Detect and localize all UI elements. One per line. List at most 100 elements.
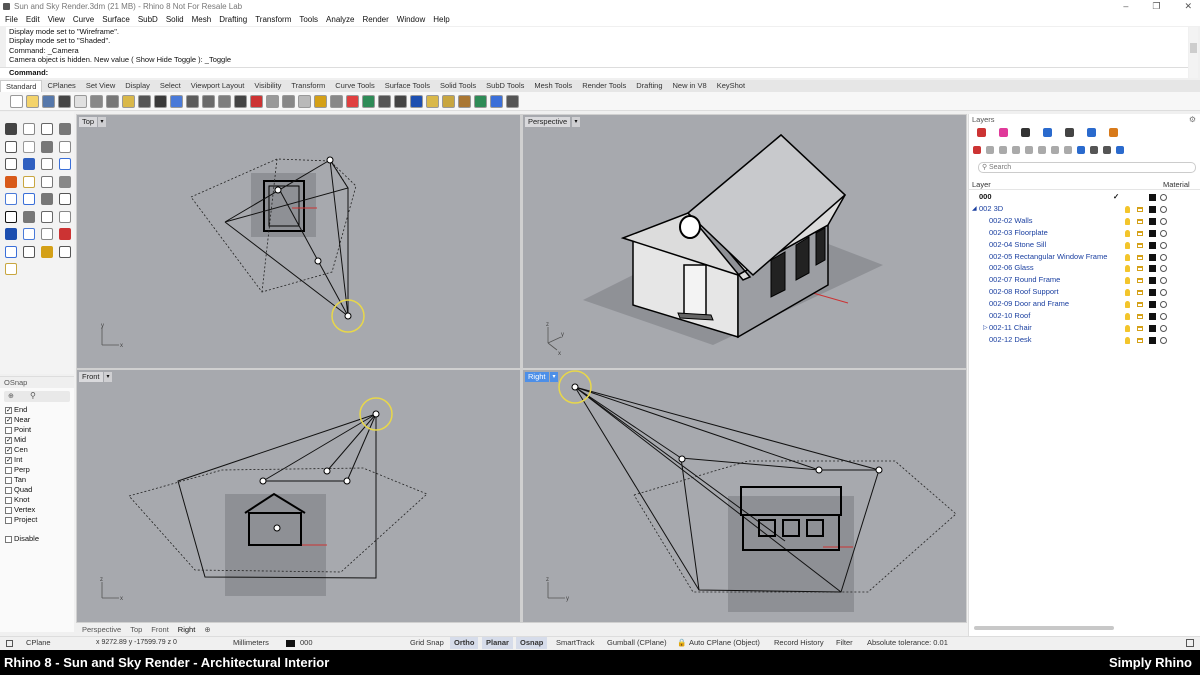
- layer-color-swatch[interactable]: [1149, 217, 1156, 225]
- layer-row[interactable]: 002-10 Roof: [969, 310, 1200, 322]
- toolbar-tool-icon[interactable]: [250, 94, 263, 108]
- camera-location-handle[interactable]: [372, 410, 380, 418]
- osnap-disable[interactable]: Disable: [0, 534, 74, 544]
- toolbar-tool-icon[interactable]: [378, 94, 391, 108]
- toolbar-tool-icon[interactable]: [298, 94, 311, 108]
- toolbar-tool-icon[interactable]: [442, 94, 455, 108]
- command-history-scrollbar[interactable]: [1189, 27, 1198, 78]
- menu-view[interactable]: View: [48, 13, 65, 26]
- checkbox[interactable]: [5, 497, 12, 504]
- osnap-perp[interactable]: Perp: [0, 465, 74, 475]
- minimize-button[interactable]: –: [1123, 0, 1128, 13]
- menu-analyze[interactable]: Analyze: [326, 13, 354, 26]
- toolbar-tool-icon[interactable]: [58, 94, 71, 108]
- lightbulb-icon[interactable]: [1125, 217, 1130, 225]
- tab-display[interactable]: Display: [120, 80, 155, 92]
- toolbar-tool-icon[interactable]: [282, 94, 295, 108]
- osnap-cen[interactable]: ✓ Cen: [0, 445, 74, 455]
- collapse-triangle-icon[interactable]: ▷: [983, 322, 988, 334]
- toolbar-tool-icon[interactable]: [138, 94, 151, 108]
- layer-color-swatch[interactable]: [1149, 265, 1156, 273]
- lightbulb-icon[interactable]: [1125, 289, 1130, 297]
- frustum-handle[interactable]: [259, 477, 267, 485]
- lock-icon[interactable]: [1137, 266, 1143, 272]
- material-circle-icon[interactable]: [1160, 205, 1167, 213]
- palette-tool-icon[interactable]: [59, 123, 71, 135]
- layer-name[interactable]: 002-12 Desk: [989, 334, 1032, 346]
- frustum-handle[interactable]: [343, 477, 351, 485]
- layer-name[interactable]: 002-08 Roof Support: [989, 286, 1059, 298]
- menu-surface[interactable]: Surface: [102, 13, 130, 26]
- palette-tool-icon[interactable]: [59, 193, 71, 205]
- palette-tool-icon[interactable]: [41, 123, 53, 135]
- palette-tool-icon[interactable]: [23, 245, 35, 258]
- layer-tool-icon[interactable]: [1012, 146, 1020, 154]
- layer-name[interactable]: 002-05 Rectangular Window Frame: [989, 251, 1107, 263]
- palette-tool-icon[interactable]: [5, 228, 17, 240]
- layer-row[interactable]: 002-08 Roof Support: [969, 286, 1200, 298]
- material-circle-icon[interactable]: [1160, 265, 1167, 273]
- chevron-down-icon[interactable]: ▾: [104, 372, 112, 382]
- lightbulb-icon[interactable]: [1125, 301, 1130, 309]
- layer-name[interactable]: 002-04 Stone Sill: [989, 239, 1046, 251]
- palette-tool-icon[interactable]: [59, 158, 71, 170]
- viewport-top[interactable]: y x Top ▾: [77, 115, 520, 368]
- toolbar-tool-icon[interactable]: [154, 94, 167, 108]
- status-ortho[interactable]: Ortho: [450, 637, 479, 649]
- tab-transform[interactable]: Transform: [286, 80, 330, 92]
- chevron-down-icon[interactable]: ▾: [98, 117, 106, 127]
- toolbar-tool-icon[interactable]: [74, 94, 87, 108]
- toolbar-tool-icon[interactable]: [10, 94, 23, 108]
- status-gumball[interactable]: Gumball (CPlane): [607, 637, 667, 649]
- layer-name[interactable]: 002-06 Glass: [989, 262, 1034, 274]
- lens-handle[interactable]: [314, 257, 322, 265]
- tab-keyshot[interactable]: KeyShot: [712, 80, 750, 92]
- menu-edit[interactable]: Edit: [26, 13, 40, 26]
- layer-color-swatch[interactable]: [1149, 301, 1156, 309]
- material-circle-icon[interactable]: [1160, 217, 1167, 225]
- viewport-tab-front[interactable]: Front: [151, 624, 169, 636]
- palette-tool-icon[interactable]: [5, 193, 17, 205]
- menu-help[interactable]: Help: [433, 13, 449, 26]
- palette-tool-icon[interactable]: [59, 140, 71, 153]
- lightbulb-icon[interactable]: [1125, 313, 1130, 320]
- layer-name[interactable]: 002 3D: [979, 203, 1003, 215]
- layer-name[interactable]: 002-10 Roof: [989, 310, 1030, 322]
- tab-drafting[interactable]: Drafting: [631, 80, 667, 92]
- checkbox[interactable]: [5, 467, 12, 474]
- status-osnap[interactable]: Osnap: [516, 637, 548, 649]
- chevron-down-icon[interactable]: ▾: [550, 372, 558, 382]
- checkbox[interactable]: [5, 427, 12, 434]
- checkbox[interactable]: [5, 477, 12, 484]
- palette-tool-icon[interactable]: [41, 210, 53, 223]
- palette-tool-icon[interactable]: [5, 175, 17, 188]
- toolbar-tool-icon[interactable]: [202, 94, 215, 108]
- layer-row[interactable]: 002-05 Rectangular Window Frame: [969, 251, 1200, 263]
- toolbar-tool-icon[interactable]: [186, 94, 199, 108]
- material-circle-icon[interactable]: [1160, 194, 1167, 201]
- lightbulb-icon[interactable]: [1125, 241, 1130, 249]
- layer-color-swatch[interactable]: [1149, 241, 1156, 249]
- status-grid-snap[interactable]: Grid Snap: [410, 637, 444, 649]
- palette-tool-icon[interactable]: [5, 140, 17, 153]
- material-circle-icon[interactable]: [1160, 313, 1167, 320]
- panel-toggle-icon[interactable]: [6, 640, 13, 647]
- layer-row[interactable]: 002-03 Floorplate: [969, 227, 1200, 239]
- palette-tool-icon[interactable]: [5, 123, 17, 135]
- viewport-label-right[interactable]: Right: [525, 372, 549, 382]
- layer-tool-icon[interactable]: [1051, 146, 1059, 154]
- panel-options-icon[interactable]: ⚙: [1189, 115, 1196, 124]
- frustum-handle[interactable]: [875, 466, 883, 474]
- viewport-tab-top[interactable]: Top: [130, 624, 142, 636]
- checkbox[interactable]: ✓: [5, 437, 12, 444]
- toolbar-tool-icon[interactable]: [490, 94, 503, 108]
- layer-tool-icon[interactable]: [1025, 146, 1033, 154]
- checkbox[interactable]: [5, 517, 12, 524]
- lightbulb-icon[interactable]: [1125, 277, 1130, 285]
- menu-tools[interactable]: Tools: [299, 13, 318, 26]
- menu-curve[interactable]: Curve: [73, 13, 94, 26]
- status-cplane[interactable]: CPlane: [26, 637, 51, 649]
- layer-row[interactable]: 002-12 Desk: [969, 334, 1200, 346]
- layer-tool-icon[interactable]: [1038, 146, 1046, 154]
- palette-tool-icon[interactable]: [23, 158, 35, 170]
